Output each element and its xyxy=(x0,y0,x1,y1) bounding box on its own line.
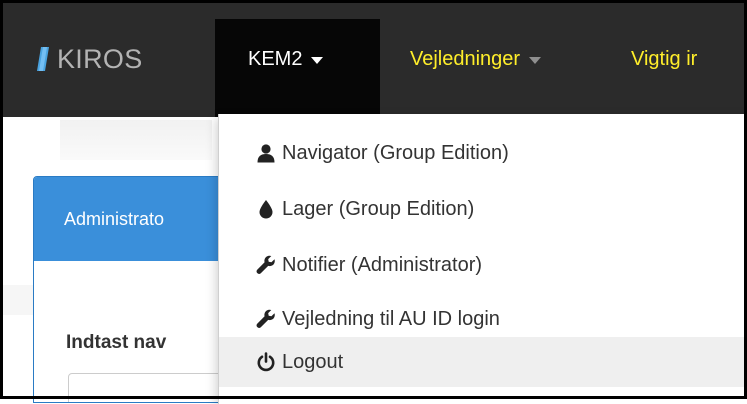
menu-item-logout[interactable]: Logout xyxy=(219,337,745,387)
menu-item-label: Navigator (Group Edition) xyxy=(282,141,509,164)
brand-link[interactable]: KIROS xyxy=(36,39,143,79)
nav-item-kem2[interactable]: KEM2 xyxy=(248,39,324,79)
kiros-logo-icon xyxy=(36,46,50,72)
menu-item-label: Notifier (Administrator) xyxy=(282,253,483,276)
kem2-dropdown-menu: Navigator (Group Edition) Lager (Group E… xyxy=(218,114,747,404)
wrench-icon xyxy=(255,254,277,276)
field-label: Indtast nav xyxy=(66,332,167,353)
menu-item-navigator[interactable]: Navigator (Group Edition) xyxy=(219,128,745,178)
tint-icon xyxy=(255,198,277,220)
top-navbar: KIROS KEM2 Vejledninger Vigtig ir xyxy=(3,3,744,117)
panel-heading-text: Administrato xyxy=(64,208,165,229)
chevron-down-icon xyxy=(311,56,324,64)
nav-item-vigtig-label: Vigtig ir xyxy=(631,47,698,70)
brand-name: KIROS xyxy=(57,43,143,74)
background-decoration xyxy=(3,285,33,315)
background-decoration xyxy=(60,120,212,160)
nav-item-kem2-label: KEM2 xyxy=(248,47,303,70)
wrench-icon xyxy=(255,308,277,330)
menu-item-notifier[interactable]: Notifier (Administrator) xyxy=(219,240,745,290)
nav-item-vejledninger[interactable]: Vejledninger xyxy=(410,39,542,79)
nav-item-vigtig[interactable]: Vigtig ir xyxy=(631,39,697,79)
menu-item-label: Logout xyxy=(282,350,344,373)
nav-item-vejledninger-label: Vejledninger xyxy=(410,47,521,70)
chevron-down-icon xyxy=(529,56,542,64)
menu-item-label: Lager (Group Edition) xyxy=(282,197,475,220)
user-icon xyxy=(255,142,277,164)
admin-panel: Administrato Indtast nav xyxy=(33,176,235,403)
power-icon xyxy=(255,351,277,373)
menu-item-label: Vejledning til AU ID login xyxy=(282,307,500,330)
panel-heading: Administrato xyxy=(34,177,234,261)
menu-item-lager[interactable]: Lager (Group Edition) xyxy=(219,184,745,234)
